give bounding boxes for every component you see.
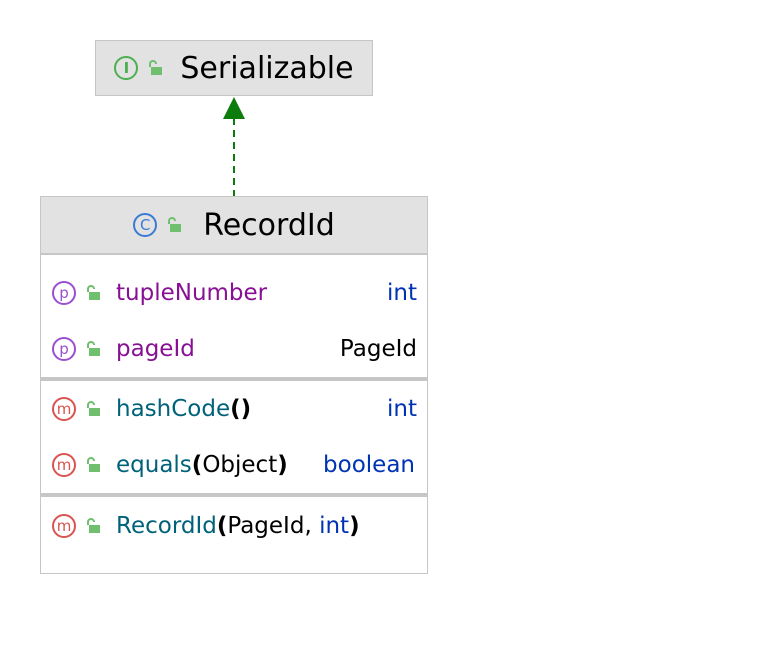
method-name: hashCode	[116, 396, 231, 422]
constructor-param: int	[319, 513, 350, 539]
unlocked-public-icon	[87, 457, 100, 472]
constructor-param: PageId	[227, 513, 305, 539]
method-icon: m	[52, 514, 76, 538]
section-divider	[41, 493, 427, 497]
constructor-param-sep: ,	[304, 513, 320, 539]
method-return-type: boolean	[323, 452, 415, 478]
field-name: pageId	[116, 336, 195, 362]
interface-header: I Serializable	[96, 41, 372, 95]
unlocked-public-icon	[87, 518, 100, 533]
constructor-row-recordid[interactable]: m RecordId(PageId, int)	[41, 506, 427, 546]
method-icon: m	[52, 453, 76, 477]
interface-box-serializable[interactable]: I Serializable	[95, 40, 373, 96]
method-paren-close: )	[277, 452, 288, 478]
unlocked-public-icon	[87, 401, 100, 416]
field-row-pageid[interactable]: p pageId PageId	[41, 329, 427, 369]
method-paren-open: (	[191, 452, 203, 478]
property-icon: p	[52, 281, 76, 305]
constructor-name: RecordId	[116, 513, 217, 539]
method-row-hashcode[interactable]: m hashCode() int	[41, 389, 427, 429]
method-icon: m	[52, 397, 76, 421]
method-param: Object	[202, 452, 278, 478]
field-name: tupleNumber	[116, 280, 268, 306]
field-type: int	[387, 280, 417, 306]
class-header: C RecordId	[41, 197, 427, 255]
section-divider	[41, 377, 427, 381]
interface-icon: I	[114, 56, 139, 80]
unlocked-public-icon	[87, 341, 100, 356]
unlocked-public-icon	[168, 217, 182, 232]
field-type: PageId	[339, 336, 417, 362]
unlocked-public-icon	[87, 285, 100, 300]
class-icon: C	[133, 213, 158, 237]
class-box-recordid[interactable]: C RecordId p tupleNumber int p pageId Pa…	[40, 196, 428, 574]
method-name: equals	[116, 452, 192, 478]
method-row-equals[interactable]: m equals(Object) boolean	[41, 445, 427, 485]
method-return-type: int	[387, 396, 417, 422]
field-row-tuplenumber[interactable]: p tupleNumber int	[41, 273, 427, 313]
method-paren: ()	[230, 396, 252, 422]
constructor-paren-close: )	[349, 513, 360, 539]
unlocked-public-icon	[149, 60, 163, 75]
property-icon: p	[52, 337, 76, 361]
class-name: RecordId	[203, 207, 335, 243]
interface-name: Serializable	[180, 50, 354, 86]
constructor-paren-open: (	[216, 513, 228, 539]
